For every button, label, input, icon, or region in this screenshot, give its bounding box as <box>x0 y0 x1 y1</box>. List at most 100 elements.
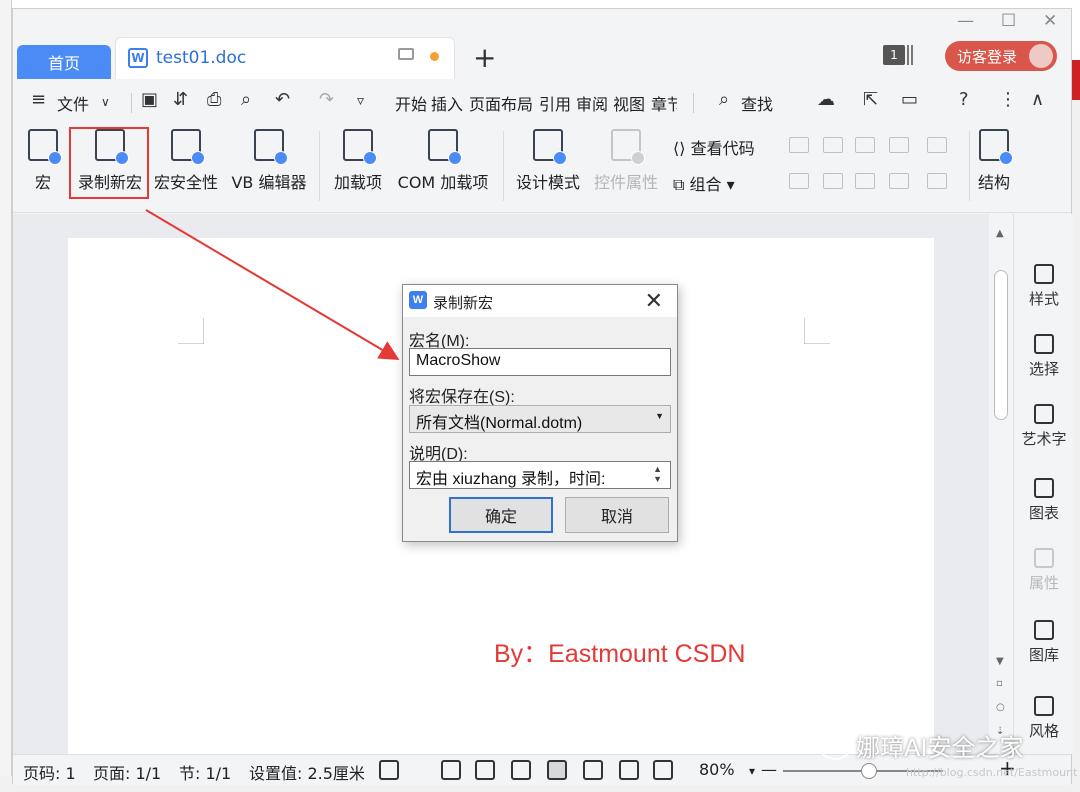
side-item-select[interactable]: 选择 <box>1014 334 1074 379</box>
structure-button[interactable]: 结构 <box>977 129 1013 209</box>
picture-control-icon[interactable] <box>855 137 875 153</box>
author-byline: By：Eastmount CSDN <box>494 640 746 668</box>
menu-file[interactable]: 文件 <box>57 91 89 115</box>
close-icon[interactable]: ✕ <box>645 288 663 314</box>
zoom-out-button[interactable]: — <box>761 760 777 779</box>
spinner-icon[interactable]: ▲ ▼ <box>653 464 662 484</box>
avatar <box>1029 44 1053 68</box>
export-icon[interactable]: ⇵ <box>173 89 188 110</box>
menu-start[interactable]: 开始 <box>395 91 427 115</box>
eye-protection-icon[interactable] <box>653 760 673 780</box>
hamburger-menu-icon[interactable]: ≡ <box>31 89 46 110</box>
structure-label: 结构 <box>977 173 1010 192</box>
macro-button[interactable]: 宏 <box>27 129 62 209</box>
side-item-gallery[interactable]: 图库 <box>1014 620 1074 665</box>
more-icon[interactable]: ⋮ <box>999 89 1017 110</box>
edit-mode-icon[interactable] <box>511 760 531 780</box>
rich-text-control-icon[interactable] <box>823 137 843 153</box>
window-stack-icon <box>907 45 913 65</box>
chevron-down-icon[interactable]: ∨ <box>101 95 110 109</box>
document-check-icon[interactable] <box>379 760 399 780</box>
guest-login-button[interactable]: 访客登录 <box>945 41 1057 71</box>
text-control-icon[interactable] <box>789 137 809 153</box>
side-item-properties[interactable]: 属性 <box>1014 548 1074 593</box>
save-in-select[interactable]: 所有文档(Normal.dotm) ▼ <box>409 405 671 433</box>
description-input[interactable]: 宏由 xiuzhang 录制，时间: ▲ ▼ <box>409 461 671 489</box>
vb-editor-button[interactable]: VB 编辑器 <box>229 129 309 209</box>
select-browse-icon[interactable]: ○ <box>996 702 1005 713</box>
cloud-icon[interactable]: ☁ <box>817 89 835 110</box>
share-icon[interactable]: ⇱ <box>863 89 878 110</box>
addins-button[interactable]: 加载项 <box>331 129 385 209</box>
collapse-ribbon-icon[interactable]: ∧ <box>1031 89 1044 110</box>
side-item-chart[interactable]: 图表 <box>1014 478 1074 523</box>
save-icon[interactable]: ▣ <box>141 89 158 110</box>
status-section[interactable]: 节: 1/1 <box>179 760 231 784</box>
macro-label: 宏 <box>34 173 51 192</box>
search-label[interactable]: 查找 <box>741 91 773 115</box>
addins-label: 加载项 <box>333 173 382 192</box>
tab-home[interactable]: 首页 <box>17 45 111 79</box>
com-addins-button[interactable]: COM 加载项 <box>393 129 493 209</box>
combo-control-icon[interactable] <box>927 137 947 153</box>
vertical-scrollbar[interactable]: ▲ ▼ ▫ ○ ⇣ <box>989 214 1013 754</box>
print-icon[interactable]: ⎙ <box>207 89 221 110</box>
view-code-button[interactable]: ⟨⟩ 查看代码 <box>673 135 755 159</box>
zoom-dropdown-icon[interactable]: ▾ <box>749 764 755 778</box>
comment-icon[interactable]: ▭ <box>901 89 918 110</box>
help-icon[interactable]: ? <box>959 89 969 110</box>
menu-page-layout[interactable]: 页面布局 <box>469 91 533 115</box>
control-properties-button[interactable]: 控件属性 <box>591 129 661 209</box>
save-in-value: 所有文档(Normal.dotm) <box>416 415 583 432</box>
zoom-slider-knob[interactable] <box>861 763 877 779</box>
tab-document[interactable]: W test01.doc <box>115 37 455 79</box>
search-icon[interactable]: ⌕ <box>719 89 729 110</box>
print-preview-icon[interactable]: ⌕ <box>241 89 251 110</box>
window-count-badge[interactable]: 1 <box>883 45 905 65</box>
design-mode-button[interactable]: 设计模式 <box>513 129 583 209</box>
monitor-icon[interactable] <box>398 48 414 60</box>
menu-insert[interactable]: 插入 <box>431 91 463 115</box>
scrollbar-thumb[interactable] <box>994 270 1008 420</box>
new-tab-button[interactable]: + <box>473 41 496 74</box>
reading-mode-icon[interactable] <box>475 760 495 780</box>
customize-toolbar-icon[interactable]: ▿ <box>357 93 364 109</box>
minimize-button[interactable]: — <box>957 11 974 31</box>
repeat-control-icon[interactable] <box>889 173 909 189</box>
more-controls-icon[interactable] <box>927 173 947 189</box>
prev-page-icon[interactable]: ▫ <box>996 678 1003 689</box>
maximize-button[interactable]: ☐ <box>1001 11 1016 31</box>
date-control-icon[interactable] <box>789 173 809 189</box>
side-item-chart-label: 图表 <box>1028 504 1059 522</box>
code-icon: ⟨⟩ <box>673 139 691 158</box>
macro-name-input[interactable]: MacroShow <box>409 348 671 376</box>
fullscreen-icon[interactable] <box>441 760 461 780</box>
page-view-icon[interactable] <box>547 760 567 780</box>
status-page-number[interactable]: 页码: 1 <box>23 760 76 784</box>
list-control-icon[interactable] <box>823 173 843 189</box>
redo-icon[interactable]: ↷ <box>319 89 334 110</box>
menu-review[interactable]: 审阅 <box>576 91 608 115</box>
menu-chapter[interactable]: 章节 <box>651 91 677 115</box>
side-item-wordart[interactable]: 艺术字 <box>1014 404 1074 449</box>
watermark-url: http://blog.csdn.net/Eastmount <box>906 766 1078 779</box>
undo-icon[interactable]: ↶ <box>275 89 290 110</box>
macro-security-button[interactable]: 宏安全性 <box>151 129 221 209</box>
web-view-icon[interactable] <box>619 760 639 780</box>
cancel-button[interactable]: 取消 <box>565 497 669 533</box>
menu-view[interactable]: 视图 <box>613 91 645 115</box>
menu-references[interactable]: 引用 <box>539 91 571 115</box>
side-item-styles[interactable]: 样式 <box>1014 264 1074 309</box>
ok-button[interactable]: 确定 <box>449 497 553 533</box>
status-setting[interactable]: 设置值: 2.5厘米 <box>249 760 365 784</box>
sliders-icon <box>1034 548 1054 568</box>
scroll-down-icon[interactable]: ▼ <box>996 656 1004 667</box>
zoom-level[interactable]: 80% <box>699 760 735 779</box>
legacy-control-icon[interactable] <box>855 173 875 189</box>
outline-view-icon[interactable] <box>583 760 603 780</box>
scroll-up-icon[interactable]: ▲ <box>996 228 1004 239</box>
checkbox-control-icon[interactable] <box>889 137 909 153</box>
group-button[interactable]: ⧉ 组合 ▾ <box>673 171 735 195</box>
close-button[interactable]: ✕ <box>1043 11 1057 31</box>
status-pages[interactable]: 页面: 1/1 <box>93 760 161 784</box>
